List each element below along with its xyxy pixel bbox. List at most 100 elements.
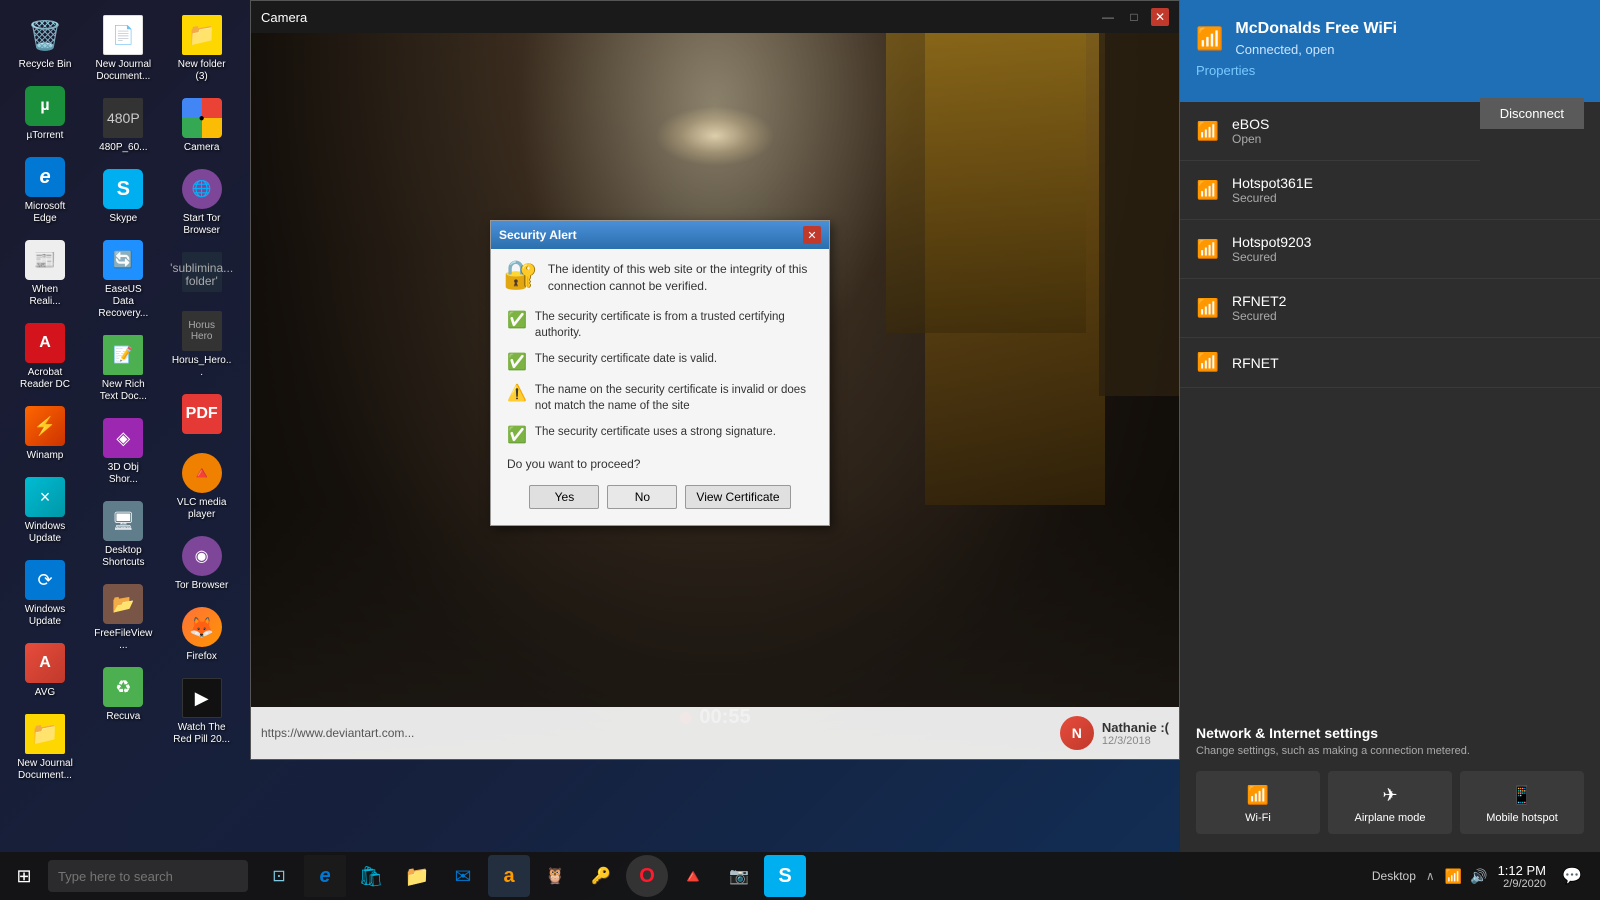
taskbar-right: Desktop ∧ 📶 🔊 1:12 PM 2/9/2020 💬 <box>1180 852 1600 900</box>
taskbar-edge[interactable]: e <box>304 855 346 897</box>
dialog-title: Security Alert <box>499 228 577 242</box>
camera-close-button[interactable]: ✕ <box>1151 8 1169 26</box>
yes-button[interactable]: Yes <box>529 485 599 509</box>
wifi-action-wifi[interactable]: 📶 Wi-Fi <box>1196 771 1320 834</box>
volume-systray-icon[interactable]: 🔊 <box>1470 868 1487 885</box>
net-settings-label[interactable]: Network & Internet settings <box>1196 725 1584 741</box>
desktop-label: Desktop <box>1372 869 1416 883</box>
desktop-icon-whenreality[interactable]: 📰 When Reali... <box>10 235 80 313</box>
proceed-question: Do you want to proceed? <box>507 457 813 471</box>
taskbar-keepass[interactable]: 🔑 <box>580 855 622 897</box>
expand-systray[interactable]: ∧ <box>1426 869 1435 883</box>
wifi-action-label: Wi-Fi <box>1245 812 1271 824</box>
security-alert-dialog: Security Alert ✕ 🔐 The identity of this … <box>490 220 830 526</box>
wifi-network-rfnet2[interactable]: 📶 RFNET2 Secured <box>1180 279 1600 338</box>
taskbar-opera[interactable]: O <box>626 855 668 897</box>
desktop-icon-start-tor-browser[interactable]: 🌐 Start Tor Browser <box>167 164 237 242</box>
wifi-name-hotspot9203: Hotspot9203 <box>1232 234 1584 250</box>
wifi-action-airplane[interactable]: ✈ Airplane mode <box>1328 771 1452 834</box>
wifi-properties-link[interactable]: Properties <box>1196 63 1584 78</box>
wifi-icon-ebos: 📶 <box>1196 121 1220 142</box>
desktop-icon-google-chrome[interactable]: ● Camera <box>167 93 237 159</box>
desktop-icon-480p[interactable]: 480P 480P_60... <box>88 93 158 159</box>
taskbar-tripadvisor[interactable]: 🦉 <box>534 855 576 897</box>
wifi-network-hotspot9203[interactable]: 📶 Hotspot9203 Secured <box>1180 220 1600 279</box>
desktop-icon-winamp[interactable]: ⚡ Winamp <box>10 401 80 467</box>
taskbar-vlc[interactable]: 🔺 <box>672 855 714 897</box>
wifi-network-hotspot361e[interactable]: 📶 Hotspot361E Secured <box>1180 161 1600 220</box>
desktop-icon-multiplication[interactable]: × Windows Update <box>10 472 80 550</box>
camera-minimize-button[interactable]: — <box>1099 8 1117 26</box>
wifi-info-ebos: eBOS Open <box>1232 116 1464 146</box>
taskbar-store[interactable]: 🛍 <box>350 855 392 897</box>
wifi-network-rfnet[interactable]: 📶 RFNET <box>1180 338 1600 388</box>
wifi-bottom: Network & Internet settings Change setti… <box>1180 709 1600 850</box>
wifi-status-ebos: Open <box>1232 132 1464 146</box>
wifi-disconnect-button[interactable]: Disconnect <box>1480 98 1584 129</box>
systray-icons: 📶 🔊 <box>1445 868 1488 885</box>
taskbar-task-view[interactable]: ⊡ <box>258 855 300 897</box>
dialog-header-text: The identity of this web site or the int… <box>548 261 817 295</box>
notification-button[interactable]: 💬 <box>1556 852 1588 900</box>
chat-avatar: N <box>1060 716 1094 750</box>
wifi-connected-info: McDonalds Free WiFi Connected, open <box>1235 20 1397 57</box>
start-button[interactable]: ⊞ <box>0 852 48 900</box>
camera-window-controls: — □ ✕ <box>1099 8 1169 26</box>
dialog-header: 🔐 The identity of this web site or the i… <box>503 261 817 295</box>
wifi-icon-rfnet2: 📶 <box>1196 298 1220 319</box>
desktop-icon-tor-browser[interactable]: ◉ Tor Browser <box>167 531 237 597</box>
mobile-hotspot-action-label: Mobile hotspot <box>1486 812 1558 824</box>
desktop-icon-freefileview[interactable]: 📂 FreeFileView... <box>88 579 158 657</box>
desktop-icon-watch-film[interactable]: ▶ Watch The Red Pill 20... <box>167 673 237 751</box>
desktop-icon-subliminal[interactable]: 'sublimina...folder' <box>167 247 237 301</box>
desktop-icon-easeus[interactable]: 🔄 EaseUS Data Recovery... <box>88 235 158 325</box>
no-button[interactable]: No <box>607 485 677 509</box>
desktop-icon-avg[interactable]: A AVG <box>10 638 80 704</box>
dialog-close-button[interactable]: ✕ <box>803 226 821 244</box>
desktop-icon-microsoft-edge[interactable]: e Microsoft Edge <box>10 152 80 230</box>
desktop-icon-documents-shortcut[interactable]: 📁 New Journal Document... <box>10 709 80 787</box>
chat-date: 12/3/2018 <box>1102 735 1169 747</box>
wifi-action-mobile-hotspot[interactable]: 📱 Mobile hotspot <box>1460 771 1584 834</box>
wifi-name-ebos: eBOS <box>1232 116 1464 132</box>
taskbar-camera[interactable]: 📷 <box>718 855 760 897</box>
wifi-connected-icon: 📶 <box>1196 26 1223 52</box>
desktop-icon-recuva[interactable]: ♻ Recuva <box>88 662 158 728</box>
desktop-icon-rich-text[interactable]: 📝 New Rich Text Doc... <box>88 330 158 408</box>
security-text-1: The security certificate is from a trust… <box>535 309 813 341</box>
desktop-icon-3d-object[interactable]: ◈ 3D Obj Shor... <box>88 413 158 491</box>
wifi-name-hotspot361e: Hotspot361E <box>1232 175 1584 191</box>
taskbar-search[interactable] <box>48 860 248 892</box>
desktop-icon-horus[interactable]: Horus Hero Horus_Hero... <box>167 306 237 384</box>
desktop: 🗑️ Recycle Bin µ µTorrent e Microsoft Ed… <box>0 0 1600 900</box>
wifi-status-hotspot361e: Secured <box>1232 191 1584 205</box>
desktop-icon-windows-update[interactable]: ⟳ Windows Update <box>10 555 80 633</box>
taskbar: ⊞ ⊡ e 🛍 📁 ✉ a 🦉 🔑 O 🔺 📷 S <box>0 852 1180 900</box>
taskbar-explorer[interactable]: 📁 <box>396 855 438 897</box>
taskbar-skype[interactable]: S <box>764 855 806 897</box>
desktop-icon-desktop-shortcuts[interactable]: 🖥 Desktop Shortcuts <box>88 496 158 574</box>
wifi-systray-icon[interactable]: 📶 <box>1445 868 1462 885</box>
desktop-icon-vlc[interactable]: 🔺 VLC media player <box>167 448 237 526</box>
security-item-1: ✅ The security certificate is from a tru… <box>503 309 817 341</box>
view-certificate-button[interactable]: View Certificate <box>685 485 790 509</box>
security-item-4: ✅ The security certificate uses a strong… <box>503 424 817 445</box>
camera-maximize-button[interactable]: □ <box>1125 8 1143 26</box>
taskbar-amazon[interactable]: a <box>488 855 530 897</box>
wifi-network-ebos[interactable]: 📶 eBOS Open <box>1180 102 1480 161</box>
desktop-icon-recycle-bin[interactable]: 🗑️ Recycle Bin <box>10 10 80 76</box>
taskbar-mail[interactable]: ✉ <box>442 855 484 897</box>
check-warn-icon-3: ⚠️ <box>507 383 527 403</box>
system-clock[interactable]: 1:12 PM 2/9/2020 <box>1498 863 1546 890</box>
desktop-icon-firefox[interactable]: 🦊 Firefox <box>167 602 237 668</box>
dialog-titlebar: Security Alert ✕ <box>491 221 829 249</box>
desktop-icon-acrobat[interactable]: A Acrobat Reader DC <box>10 318 80 396</box>
wifi-info-rfnet2: RFNET2 Secured <box>1232 293 1584 323</box>
desktop-icon-new-journal[interactable]: 📄 New Journal Document... <box>88 10 158 88</box>
airplane-action-icon: ✈ <box>1382 785 1397 806</box>
desktop-icon-pdf[interactable]: PDF <box>167 389 237 443</box>
desktop-icon-new-folder[interactable]: 📁 New folder (3) <box>167 10 237 88</box>
desktop-icon-utorrent[interactable]: µ µTorrent <box>10 81 80 147</box>
desktop-icon-skype[interactable]: S Skype <box>88 164 158 230</box>
wifi-info-rfnet: RFNET <box>1232 355 1584 371</box>
